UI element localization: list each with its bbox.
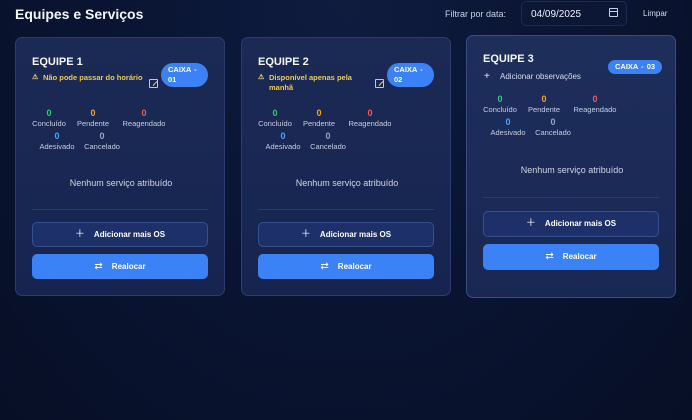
team-note: ⚠ Disponível apenas pela manhã bbox=[258, 73, 373, 93]
clear-filter-button[interactable]: Limpar bbox=[643, 9, 667, 18]
stat-pendente: 0 Pendente bbox=[294, 108, 344, 129]
team-note-text: Disponível apenas pela manhã bbox=[269, 73, 352, 92]
date-value: 04/09/2025 bbox=[531, 9, 582, 20]
add-os-button[interactable]: ＋ Adicionar mais OS bbox=[258, 222, 434, 247]
stat-reagendado: 0 Reagendado bbox=[342, 108, 398, 129]
reallocate-label: Realocar bbox=[337, 262, 372, 271]
swap-icon: ⇄ bbox=[94, 261, 103, 272]
edit-icon[interactable] bbox=[149, 79, 158, 88]
stat-value: 0 bbox=[541, 94, 547, 104]
stat-value: 0 bbox=[46, 108, 52, 118]
team-name: EQUIPE 2 bbox=[258, 56, 309, 68]
team-name: EQUIPE 3 bbox=[483, 53, 534, 65]
stat-value: 0 bbox=[367, 108, 373, 118]
add-os-button[interactable]: ＋ Adicionar mais OS bbox=[483, 211, 659, 237]
stat-concluido: 0 Concluído bbox=[475, 94, 525, 115]
stat-cancelado: 0 Cancelado bbox=[303, 131, 353, 152]
stat-pendente: 0 Pendente bbox=[519, 94, 569, 115]
add-os-button[interactable]: ＋ Adicionar mais OS bbox=[32, 222, 208, 247]
empty-services-message: Nenhum serviço atribuído bbox=[520, 165, 624, 175]
edit-icon[interactable] bbox=[375, 79, 384, 88]
stat-value: 0 bbox=[316, 108, 322, 118]
stat-label: Pendente bbox=[527, 105, 561, 114]
calendar-icon[interactable] bbox=[609, 8, 618, 17]
stat-label: Cancelado bbox=[535, 128, 571, 137]
stat-label: Concluído bbox=[483, 105, 517, 114]
stat-value: 0 bbox=[90, 108, 96, 118]
stat-label: Reagendado bbox=[573, 105, 617, 114]
reallocate-label: Realocar bbox=[111, 262, 146, 271]
stat-cancelado: 0 Cancelado bbox=[528, 117, 578, 138]
stat-value: 0 bbox=[325, 131, 331, 141]
stat-concluido: 0 Concluído bbox=[24, 108, 74, 129]
swap-icon: ⇄ bbox=[320, 261, 329, 272]
warning-icon: ⚠ bbox=[258, 74, 265, 81]
date-filter-input[interactable]: 04/09/2025 bbox=[521, 1, 627, 26]
divider bbox=[483, 197, 659, 198]
stat-label: Adesivado bbox=[39, 142, 75, 151]
stat-adesivado: 0 Adesivado bbox=[258, 131, 308, 152]
divider bbox=[32, 209, 208, 210]
stat-adesivado: 0 Adesivado bbox=[32, 131, 82, 152]
add-note-label: Adicionar observações bbox=[500, 72, 581, 81]
stat-value: 0 bbox=[592, 94, 598, 104]
warning-icon: ⚠ bbox=[32, 74, 39, 81]
stat-value: 0 bbox=[280, 131, 286, 141]
stat-label: Cancelado bbox=[84, 142, 120, 151]
stat-label: Pendente bbox=[302, 119, 336, 128]
divider bbox=[258, 209, 434, 210]
team-note-text: Não pode passar do horário bbox=[43, 73, 143, 82]
stat-value: 0 bbox=[141, 108, 147, 118]
stat-label: Concluído bbox=[258, 119, 292, 128]
team-note: ⚠ Não pode passar do horário bbox=[32, 73, 147, 83]
add-os-label: Adicionar mais OS bbox=[319, 230, 392, 239]
add-note-button[interactable]: + Adicionar observações bbox=[484, 71, 581, 82]
swap-icon: ⇄ bbox=[545, 251, 554, 262]
stat-value: 0 bbox=[505, 117, 511, 127]
stat-label: Concluído bbox=[32, 119, 66, 128]
stat-reagendado: 0 Reagendado bbox=[116, 108, 172, 129]
empty-services-message: Nenhum serviço atribuído bbox=[69, 178, 173, 188]
add-os-label: Adicionar mais OS bbox=[544, 219, 617, 228]
empty-services-message: Nenhum serviço atribuído bbox=[295, 178, 399, 188]
box-badge: CAIXA - 03 bbox=[608, 60, 662, 74]
team-card-3: EQUIPE 3 + Adicionar observações CAIXA - … bbox=[466, 35, 676, 298]
plus-icon: ＋ bbox=[525, 218, 536, 229]
header: Equipes e Serviços Filtrar por data: 04/… bbox=[0, 0, 692, 30]
stat-pendente: 0 Pendente bbox=[68, 108, 118, 129]
stat-adesivado: 0 Adesivado bbox=[483, 117, 533, 138]
reallocate-button[interactable]: ⇄ Realocar bbox=[32, 254, 208, 279]
stat-label: Cancelado bbox=[310, 142, 346, 151]
stat-cancelado: 0 Cancelado bbox=[77, 131, 127, 152]
stat-label: Pendente bbox=[76, 119, 110, 128]
stat-label: Adesivado bbox=[265, 142, 301, 151]
stat-value: 0 bbox=[54, 131, 60, 141]
plus-icon: ＋ bbox=[74, 229, 85, 240]
reallocate-button[interactable]: ⇄ Realocar bbox=[258, 254, 434, 279]
stat-value: 0 bbox=[497, 94, 503, 104]
stat-reagendado: 0 Reagendado bbox=[567, 94, 623, 115]
box-badge: CAIXA - 01 bbox=[161, 63, 208, 87]
team-name: EQUIPE 1 bbox=[32, 56, 83, 68]
stat-value: 0 bbox=[272, 108, 278, 118]
box-badge: CAIXA - 02 bbox=[387, 63, 434, 87]
reallocate-button[interactable]: ⇄ Realocar bbox=[483, 244, 659, 270]
stat-concluido: 0 Concluído bbox=[250, 108, 300, 129]
stat-value: 0 bbox=[99, 131, 105, 141]
date-filter-label: Filtrar por data: bbox=[445, 9, 507, 19]
page-title: Equipes e Serviços bbox=[15, 6, 144, 22]
reallocate-label: Realocar bbox=[562, 252, 597, 261]
plus-icon: ＋ bbox=[300, 229, 311, 240]
team-card-1: EQUIPE 1 ⚠ Não pode passar do horário CA… bbox=[15, 37, 225, 296]
team-card-2: EQUIPE 2 ⚠ Disponível apenas pela manhã … bbox=[241, 37, 451, 296]
add-os-label: Adicionar mais OS bbox=[93, 230, 166, 239]
stat-label: Reagendado bbox=[348, 119, 392, 128]
plus-icon: + bbox=[484, 71, 490, 82]
stat-label: Reagendado bbox=[122, 119, 166, 128]
stat-value: 0 bbox=[550, 117, 556, 127]
stat-label: Adesivado bbox=[490, 128, 526, 137]
